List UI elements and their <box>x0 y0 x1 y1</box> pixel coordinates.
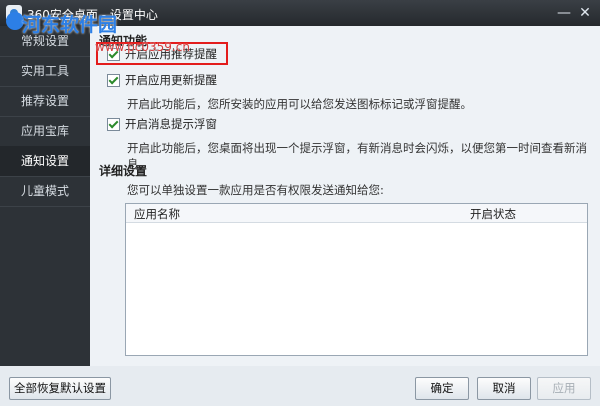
detail-desc: 您可以单独设置一款应用是否有权限发送通知给您: <box>127 183 384 197</box>
reset-defaults-button[interactable]: 全部恢复默认设置 <box>9 377 111 400</box>
settings-window: 360安全桌面 - 设置中心 — ✕ 河东软件园 www.pc0359.cn 常… <box>0 0 600 406</box>
sidebar-item-recommend[interactable]: 推荐设置 <box>0 86 90 117</box>
sidebar-item-notifications[interactable]: 通知设置 <box>0 146 90 177</box>
app-update-label: 开启应用更新提醒 <box>125 73 217 87</box>
settings-content: 通知功能 开启应用推荐提醒 开启应用更新提醒 开启此功能后，您所安装的应用可以给… <box>90 26 600 366</box>
watermark-url: www.pc0359.cn <box>95 40 190 54</box>
ok-button[interactable]: 确定 <box>415 377 469 400</box>
message-popup-checkbox[interactable] <box>107 117 120 131</box>
list-header: 应用名称 开启状态 <box>126 204 587 223</box>
minimize-icon[interactable]: — <box>555 4 573 22</box>
close-icon[interactable]: ✕ <box>576 4 594 22</box>
apply-button[interactable]: 应用 <box>537 377 591 400</box>
sidebar-item-tools[interactable]: 实用工具 <box>0 56 90 87</box>
column-header-app-name[interactable]: 应用名称 <box>134 206 180 222</box>
cancel-button[interactable]: 取消 <box>477 377 531 400</box>
message-popup-desc: 开启此功能后，您桌面将出现一个提示浮窗，有新消息时会闪烁，以便您第一时间查看新消… <box>127 141 587 171</box>
sidebar: 常规设置 实用工具 推荐设置 应用宝库 通知设置 儿童模式 <box>0 26 90 366</box>
detail-section-title: 详细设置 <box>99 164 148 178</box>
column-header-status[interactable]: 开启状态 <box>470 206 516 222</box>
bottom-bar: 全部恢复默认设置 确定 取消 应用 <box>0 366 600 406</box>
app-update-desc: 开启此功能后，您所安装的应用可以给您发送图标标记或浮窗提醒。 <box>127 97 472 111</box>
message-popup-label: 开启消息提示浮窗 <box>125 117 217 131</box>
option-message-popup[interactable]: 开启消息提示浮窗 <box>107 116 217 132</box>
option-app-update[interactable]: 开启应用更新提醒 <box>107 72 217 88</box>
app-permission-list[interactable]: 应用名称 开启状态 <box>125 203 588 356</box>
sidebar-item-app-store[interactable]: 应用宝库 <box>0 116 90 147</box>
watermark-text: 河东软件园 <box>22 14 118 36</box>
sidebar-item-kids-mode[interactable]: 儿童模式 <box>0 176 90 207</box>
app-update-checkbox[interactable] <box>107 73 120 87</box>
